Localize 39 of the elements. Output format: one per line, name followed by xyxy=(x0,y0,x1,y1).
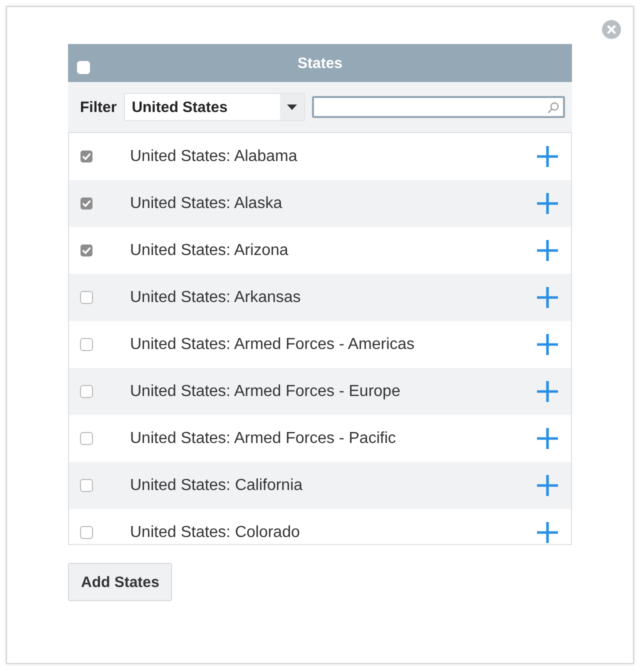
row-label: United States: Colorado xyxy=(130,524,300,542)
plus-icon[interactable] xyxy=(537,381,558,402)
plus-icon[interactable] xyxy=(537,146,558,167)
row-label: United States: Arkansas xyxy=(130,288,301,306)
checkbox[interactable] xyxy=(80,385,93,398)
row-label: United States: Armed Forces - Americas xyxy=(130,336,415,354)
search-icon xyxy=(548,102,559,112)
plus-icon[interactable] xyxy=(537,475,558,496)
caret-icon[interactable] xyxy=(280,94,304,120)
checkbox[interactable] xyxy=(80,197,93,210)
checkbox[interactable] xyxy=(80,432,93,445)
plus-icon[interactable] xyxy=(537,240,558,261)
plus-icon[interactable] xyxy=(537,522,558,543)
row-label: United States: Alabama xyxy=(130,148,298,166)
list-row[interactable]: United States: Arkansas xyxy=(69,274,571,321)
checkbox[interactable] xyxy=(80,150,93,163)
add-states-button[interactable]: Add States xyxy=(68,563,172,601)
plus-icon[interactable] xyxy=(537,334,558,355)
close-icon[interactable] xyxy=(602,20,621,39)
checkbox[interactable] xyxy=(80,526,93,539)
row-label: United States: Armed Forces - Europe xyxy=(130,382,400,400)
filter-label: Filter xyxy=(80,98,117,116)
search-field[interactable] xyxy=(312,96,565,118)
filter-dropdown[interactable]: United States xyxy=(124,93,305,121)
checkbox[interactable] xyxy=(80,479,93,492)
checkbox[interactable] xyxy=(80,244,93,257)
list-row[interactable]: United States: Alaska xyxy=(69,180,571,227)
checkbox[interactable] xyxy=(80,291,93,304)
plus-icon[interactable] xyxy=(537,193,558,214)
panel-title: States xyxy=(297,54,343,72)
row-label: United States: Alaska xyxy=(130,194,282,212)
checkbox[interactable] xyxy=(80,338,93,351)
plus-icon[interactable] xyxy=(537,287,558,308)
row-label: United States: California xyxy=(130,476,303,494)
row-label: United States: Armed Forces - Pacific xyxy=(130,430,396,448)
plus-icon[interactable] xyxy=(537,428,558,449)
row-label: United States: Arizona xyxy=(130,242,288,260)
list-row[interactable]: United States: California xyxy=(69,462,571,509)
list-row[interactable]: United States: Armed Forces - Europe xyxy=(69,368,571,415)
